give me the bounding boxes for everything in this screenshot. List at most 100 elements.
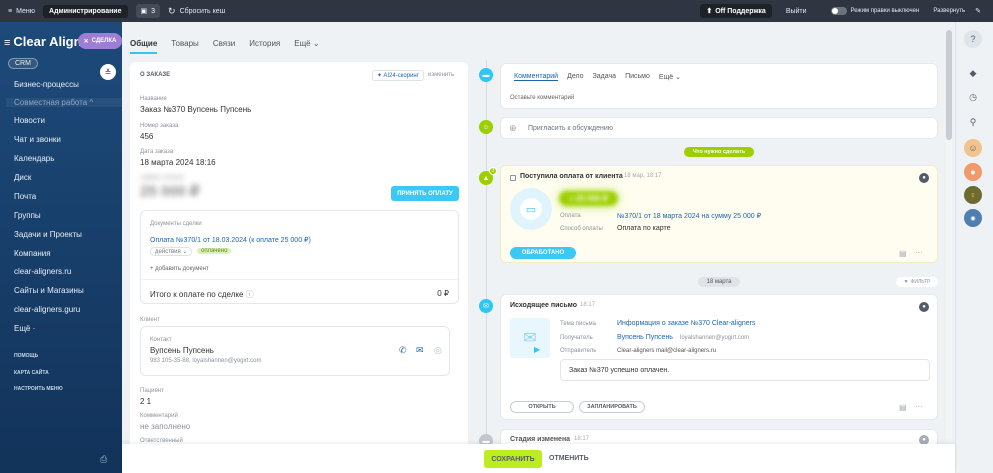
expand-button[interactable]: Развернуть [933,8,965,14]
group-chat-icon[interactable]: ☺ [964,139,982,157]
add-document-link[interactable]: + добавить документ [150,266,209,272]
tab-email[interactable]: Письмо [625,73,650,81]
tab-more[interactable]: Ещё ⌄ [294,35,319,52]
nav-item-mail[interactable]: Почта [14,192,36,201]
date-value[interactable]: 18 марта 2024 18:16 [140,158,216,167]
nav-item-site-ru[interactable]: clear-aligners.ru [14,267,71,276]
save-button[interactable]: СОХРАНИТЬ [484,450,542,468]
user-avatar-icon[interactable]: ● [964,163,982,181]
nav-item-more[interactable]: Ещё · [14,324,35,333]
comment-value[interactable]: не заполнено [140,422,190,431]
schedule-button[interactable]: ЗАПЛАНИРОВАТЬ [579,401,645,413]
ai-scoring-chip[interactable]: ✦ AI24-скоринг [372,70,424,81]
nav-item-groups[interactable]: Группы [14,211,41,220]
tab-comment[interactable]: Комментарий [514,73,559,81]
nav-item-bizproc[interactable]: Бизнес-процессы [14,80,79,89]
collapse-sidebar-icon[interactable]: ≚ [100,64,116,80]
payment-link[interactable]: №370/1 от 18 марта 2024 на сумму 25 000 … [617,212,761,220]
deal-tabs: Общие Товары Связи История Ещё ⌄ [130,32,470,54]
avatar-icon[interactable]: ● [919,302,929,312]
open-button[interactable]: ОТКРЫТЬ [510,401,574,413]
email-timeline-icon: ✉ [479,299,493,313]
nav-item-calendar[interactable]: Календарь [14,154,54,163]
bulb-avatar-icon[interactable]: ♀ [964,186,982,204]
info-icon[interactable]: ⓘ [246,290,254,299]
phone-icon[interactable]: ✆ [399,345,407,356]
accept-payment-button[interactable]: ПРИНЯТЬ ОПЛАТУ [391,186,459,201]
sum-label: Сумма к оплате [140,175,185,181]
tab-general[interactable]: Общие [130,35,158,54]
deal-pill[interactable]: ✕ СДЕЛКА [78,33,122,49]
exit-button[interactable]: Выйти [786,8,807,15]
filter-icon: ▼ [903,279,909,285]
printer-icon[interactable]: ⎙ [100,454,107,465]
note-icon[interactable]: ▤ [899,403,907,412]
top-bar: ≡ Меню Администрирование ▣ 3 ↻ Сбросить кеш… [0,0,993,22]
recipient-name[interactable]: Вупсень Пупсень [617,334,673,341]
processed-button[interactable]: ОБРАБОТАНО [510,247,576,259]
clock-icon[interactable]: ◷ [964,88,982,106]
nav-item-sites[interactable]: Сайты и Магазины [14,286,84,295]
contact-name[interactable]: Вупсень Пупсень [150,346,214,355]
tab-case[interactable]: Дело [567,73,583,81]
doc-actions-dropdown[interactable]: действия ⌄ [150,247,193,256]
nav-item-tasks[interactable]: Задачи и Проекты [14,230,82,239]
chat-icon[interactable]: ◎ [434,345,442,356]
note-icon[interactable]: ▤ [899,249,907,258]
nav-item-company[interactable]: Компания [14,249,51,258]
tab-history[interactable]: История [249,35,280,52]
payment-checkbox[interactable] [510,175,516,181]
total-label-text: Итого к оплате по сделке [150,290,244,299]
help-link[interactable]: ПОМОЩЬ [14,353,38,359]
nav-item-site-guru[interactable]: clear-aligners.guru [14,305,80,314]
email-body[interactable]: Заказ №370 успешно оплачен. [560,359,930,381]
comment-input[interactable]: Оставьте комментарий [510,95,574,101]
admin-button[interactable]: Администрирование [43,4,128,18]
documents-card: Документы сделки Оплата №370/1 от 18.03.… [140,210,459,304]
search-icon[interactable]: ⚲ [964,113,982,131]
tab-activity-more[interactable]: Ещё ⌄ [659,73,681,81]
hamburger-icon: ≡ [4,37,11,49]
reset-cache-button[interactable]: ↻ Сбросить кеш [168,6,225,17]
nav-item-chat[interactable]: Чат и звонки [14,135,61,144]
sender-value: Clear-aligners mail@clear-aligners.ru [617,348,717,354]
support-button[interactable]: ⬆ Off Поддержка [700,4,772,18]
logo[interactable]: ≡ Clear Align [4,34,82,49]
nav-item-news[interactable]: Новости [14,116,45,125]
nav-item-disk[interactable]: Диск [14,173,31,182]
stage-time: 18:17 [574,436,590,442]
cancel-button[interactable]: ОТМЕНИТЬ [549,455,589,462]
configure-menu-link[interactable]: НАСТРОИТЬ МЕНЮ [14,386,63,392]
sparkle-icon: ✦ [377,73,383,79]
name-value[interactable]: Заказ №370 Вупсень Пупсень [140,105,251,114]
notifications-badge[interactable]: ▣ 3 [135,4,161,18]
avatar-icon[interactable]: ● [919,173,929,183]
nav-item-collab[interactable]: Совместная работа ^ [6,98,122,107]
more-icon[interactable]: ··· [915,402,923,411]
doc-link[interactable]: Оплата №370/1 от 18.03.2024 (к оплате 25… [150,236,311,244]
patient-value[interactable]: 2 1 [140,397,151,406]
menu-button[interactable]: ≡ Меню [8,8,35,15]
help-icon[interactable]: ? [964,30,982,48]
subject-value[interactable]: Информация о заказе №370 Clear-aligners [617,320,755,327]
tab-products[interactable]: Товары [171,35,199,52]
edit-link[interactable]: изменить [428,72,454,78]
chat-avatar-icon[interactable]: ◉ [964,209,982,227]
docs-label: Документы сделки [150,221,202,227]
crm-tag[interactable]: CRM [8,58,38,69]
mail-icon[interactable]: ✉ [416,345,424,356]
sitemap-link[interactable]: КАРТА САЙТА [14,370,49,376]
contact-details: 983 105-35-88, loyalshannen@yogirt.com [150,358,262,364]
filter-button[interactable]: ▼ ФИЛЬТР [896,277,938,287]
pin-icon[interactable]: ✎ [975,7,981,15]
tab-links[interactable]: Связи [213,35,235,52]
bell-icon[interactable]: ◆ [964,64,982,82]
more-icon[interactable]: ··· [915,248,923,257]
number-value[interactable]: 456 [140,132,153,141]
edit-mode-toggle[interactable]: Режим правки выключен [830,7,919,15]
right-rail: ? ◆ ◷ ⚲ ☺ ● ♀ ◉ [955,22,993,473]
invite-bar[interactable]: ⊕ Пригласить к обсуждению [500,117,938,139]
scrollbar-thumb[interactable] [946,30,952,140]
tab-task[interactable]: Задача [593,73,617,81]
name-label: Название [140,96,167,102]
